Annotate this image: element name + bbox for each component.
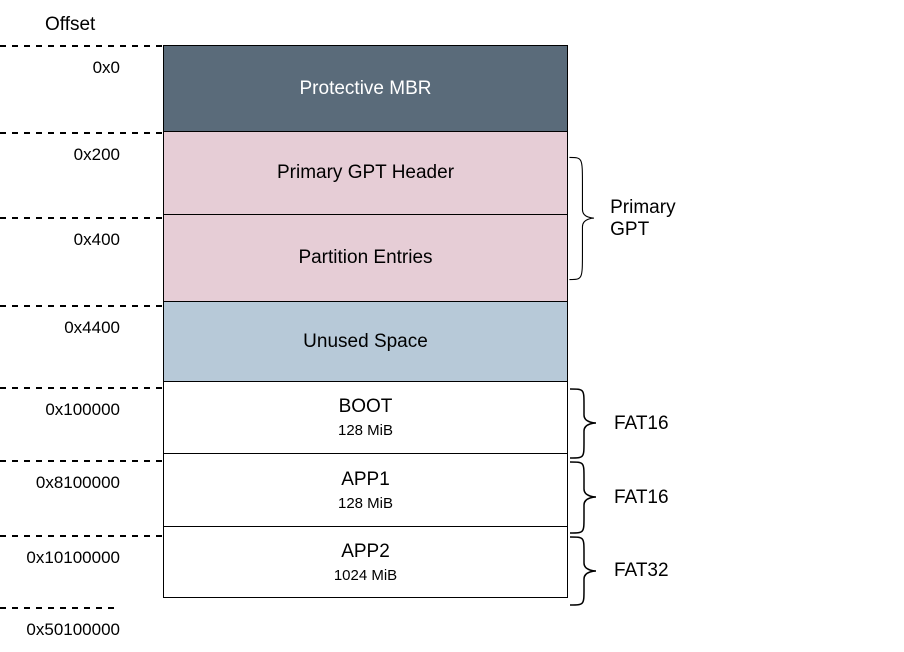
block-title: Protective MBR: [300, 78, 432, 100]
offset-guide-line: [0, 387, 163, 389]
offset-label: 0x100000: [0, 400, 120, 420]
block-title: APP2: [341, 541, 390, 563]
block-title: Primary GPT Header: [277, 162, 454, 184]
offset-guide-line: [0, 607, 120, 609]
block-title: Unused Space: [303, 331, 428, 353]
block-partition-entries: Partition Entries: [163, 214, 568, 302]
offset-label: 0x50100000: [0, 620, 120, 640]
memory-layout-diagram: Offset 0x0 0x200 0x400 0x4400 0x100000 0…: [0, 0, 904, 652]
block-title: BOOT: [339, 396, 393, 418]
brace-icon: [568, 387, 608, 460]
annotation-label: FAT16: [614, 413, 669, 435]
brace-icon: [568, 132, 604, 305]
offset-label: 0x8100000: [0, 473, 120, 493]
annotation-fat16-app1: FAT16: [568, 460, 669, 535]
offset-guide-line: [0, 217, 163, 219]
offset-guide-line: [0, 132, 163, 134]
offset-guide-line: [0, 305, 163, 307]
offset-label: 0x0: [0, 58, 120, 78]
block-boot: BOOT 128 MiB: [163, 381, 568, 454]
brace-icon: [568, 460, 608, 535]
block-app1: APP1 128 MiB: [163, 453, 568, 528]
block-unused-space: Unused Space: [163, 301, 568, 383]
offset-header: Offset: [45, 14, 95, 36]
annotation-label: Primary GPT: [610, 197, 689, 241]
annotation-label: FAT16: [614, 487, 669, 509]
block-primary-gpt-header: Primary GPT Header: [163, 131, 568, 216]
offset-guide-line: [0, 45, 163, 47]
annotation-fat16-boot: FAT16: [568, 387, 669, 460]
annotation-fat32-app2: FAT32: [568, 535, 669, 607]
block-subtitle: 1024 MiB: [334, 567, 397, 584]
block-subtitle: 128 MiB: [338, 495, 393, 512]
offset-label: 0x10100000: [0, 548, 120, 568]
block-app2: APP2 1024 MiB: [163, 526, 568, 598]
offset-label: 0x4400: [0, 318, 120, 338]
offset-guide-line: [0, 535, 163, 537]
annotation-primary-gpt: Primary GPT: [568, 132, 689, 305]
block-title: Partition Entries: [298, 247, 432, 269]
block-subtitle: 128 MiB: [338, 422, 393, 439]
offset-label: 0x400: [0, 230, 120, 250]
offset-label: 0x200: [0, 145, 120, 165]
block-title: APP1: [341, 469, 390, 491]
offset-guide-line: [0, 460, 163, 462]
brace-icon: [568, 535, 608, 607]
partition-blocks: Protective MBR Primary GPT Header Partit…: [163, 45, 568, 598]
annotation-label: FAT32: [614, 560, 669, 582]
block-protective-mbr: Protective MBR: [163, 45, 568, 132]
